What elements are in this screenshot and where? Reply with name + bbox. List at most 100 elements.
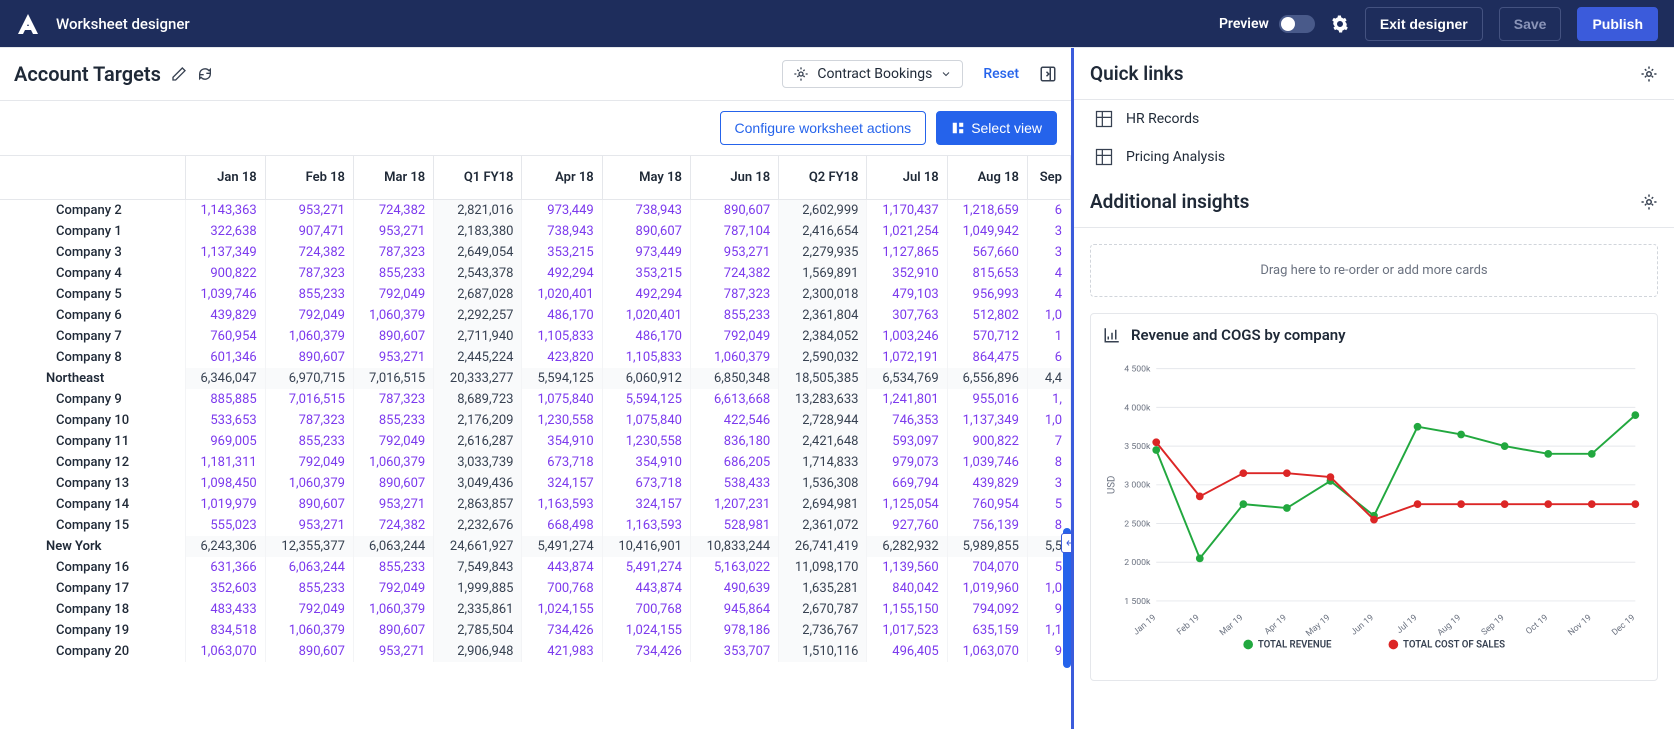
cell[interactable]: 1,714,833 [779, 452, 867, 473]
cell[interactable]: 5,594,125 [602, 389, 690, 410]
cell[interactable]: 890,607 [602, 221, 690, 242]
cell[interactable]: 2,863,857 [434, 494, 522, 515]
cell[interactable]: 4 [1027, 263, 1070, 284]
context-dropdown[interactable]: Contract Bookings [782, 60, 963, 88]
table-row[interactable]: Company 11969,005855,233792,0492,616,287… [0, 431, 1071, 452]
cell[interactable]: 2,711,940 [434, 326, 522, 347]
cell[interactable]: 352,910 [867, 263, 947, 284]
cell[interactable]: 1,049,942 [947, 221, 1027, 242]
cell[interactable]: 2,292,257 [434, 305, 522, 326]
cell[interactable]: 969,005 [185, 431, 265, 452]
column-header[interactable]: Q1 FY18 [434, 156, 522, 200]
cell[interactable]: 734,426 [602, 641, 690, 662]
cell[interactable]: 324,157 [602, 494, 690, 515]
cell[interactable]: 979,073 [867, 452, 947, 473]
cell[interactable]: 479,103 [867, 284, 947, 305]
cell[interactable]: 953,271 [265, 200, 353, 222]
table-row[interactable]: Company 10533,653787,323855,2332,176,209… [0, 410, 1071, 431]
cell[interactable]: 792,049 [265, 452, 353, 473]
cell[interactable]: 1,017,523 [867, 620, 947, 641]
cell[interactable]: 1,060,379 [265, 620, 353, 641]
cell[interactable]: 927,760 [867, 515, 947, 536]
table-row[interactable]: Company 6439,829792,0491,060,3792,292,25… [0, 305, 1071, 326]
cell[interactable]: 528,981 [690, 515, 778, 536]
cell[interactable]: 6,282,932 [867, 536, 947, 557]
table-row[interactable]: Company 15555,023953,271724,3822,232,676… [0, 515, 1071, 536]
cell[interactable]: 2,335,861 [434, 599, 522, 620]
cell[interactable]: 6,063,244 [353, 536, 433, 557]
cell[interactable]: 2,384,052 [779, 326, 867, 347]
cell[interactable]: 6 [1027, 200, 1070, 222]
cell[interactable]: 1,003,246 [867, 326, 947, 347]
cell[interactable]: 700,768 [522, 578, 602, 599]
cell[interactable]: 538,433 [690, 473, 778, 494]
column-header[interactable]: May 18 [602, 156, 690, 200]
cell[interactable]: 12,355,377 [265, 536, 353, 557]
table-row[interactable]: Northeast6,346,0476,970,7157,016,51520,3… [0, 368, 1071, 389]
cell[interactable]: 593,097 [867, 431, 947, 452]
cell[interactable]: 890,607 [265, 641, 353, 662]
cell[interactable]: 787,323 [353, 242, 433, 263]
column-header[interactable]: Q2 FY18 [779, 156, 867, 200]
cell[interactable]: 890,607 [353, 620, 433, 641]
cell[interactable]: 486,170 [522, 305, 602, 326]
cell[interactable]: 673,718 [522, 452, 602, 473]
table-scroll[interactable]: Jan 18Feb 18Mar 18Q1 FY18Apr 18May 18Jun… [0, 155, 1071, 729]
cell[interactable]: 855,233 [353, 410, 433, 431]
cell[interactable]: 324,157 [522, 473, 602, 494]
cell[interactable]: 11,098,170 [779, 557, 867, 578]
column-header[interactable]: Jul 18 [867, 156, 947, 200]
table-row[interactable]: Company 16631,3666,063,244855,2337,549,8… [0, 557, 1071, 578]
cell[interactable]: 2,183,380 [434, 221, 522, 242]
cell[interactable]: 2,649,054 [434, 242, 522, 263]
cell[interactable]: 5,163,022 [690, 557, 778, 578]
cell[interactable]: 322,638 [185, 221, 265, 242]
cell[interactable]: 978,186 [690, 620, 778, 641]
cell[interactable]: 1,230,558 [522, 410, 602, 431]
cell[interactable]: 20,333,277 [434, 368, 522, 389]
cell[interactable]: 7 [1027, 431, 1070, 452]
cell[interactable]: 307,763 [867, 305, 947, 326]
cell[interactable]: 953,271 [265, 515, 353, 536]
cell[interactable]: 1,241,801 [867, 389, 947, 410]
cell[interactable]: 422,546 [690, 410, 778, 431]
table-row[interactable]: Company 201,063,070890,607953,2712,906,9… [0, 641, 1071, 662]
cell[interactable]: 2,279,935 [779, 242, 867, 263]
table-row[interactable]: Company 51,039,746855,233792,0492,687,02… [0, 284, 1071, 305]
cell[interactable]: 700,768 [602, 599, 690, 620]
cell[interactable]: 686,205 [690, 452, 778, 473]
cell[interactable]: 792,049 [690, 326, 778, 347]
cell[interactable]: 4,4 [1027, 368, 1070, 389]
cell[interactable]: 724,382 [265, 242, 353, 263]
cell[interactable]: 423,820 [522, 347, 602, 368]
cell[interactable]: 1,021,254 [867, 221, 947, 242]
cell[interactable]: 669,794 [867, 473, 947, 494]
cell[interactable]: 2,602,999 [779, 200, 867, 222]
table-row[interactable]: Company 21,143,363953,271724,3822,821,01… [0, 200, 1071, 222]
cell[interactable]: 533,653 [185, 410, 265, 431]
cell[interactable]: 512,802 [947, 305, 1027, 326]
cell[interactable]: 1,098,450 [185, 473, 265, 494]
cell[interactable]: 973,449 [522, 200, 602, 222]
cell[interactable]: 787,323 [265, 263, 353, 284]
cell[interactable]: 2,590,032 [779, 347, 867, 368]
cell[interactable]: 1,024,155 [602, 620, 690, 641]
cell[interactable]: 792,049 [353, 284, 433, 305]
cell[interactable]: 855,233 [353, 557, 433, 578]
cell[interactable]: 1,060,379 [265, 473, 353, 494]
cell[interactable]: 1,127,865 [867, 242, 947, 263]
panel-resize-handle[interactable] [1061, 533, 1074, 553]
cell[interactable]: 6,060,912 [602, 368, 690, 389]
cell[interactable]: 1,019,960 [947, 578, 1027, 599]
cell[interactable]: 353,215 [602, 263, 690, 284]
cell[interactable]: 483,433 [185, 599, 265, 620]
cell[interactable]: 855,233 [353, 263, 433, 284]
cell[interactable]: 2,416,654 [779, 221, 867, 242]
cell[interactable]: 7,549,843 [434, 557, 522, 578]
cell[interactable]: 1,230,558 [602, 431, 690, 452]
cell[interactable]: 5,491,274 [522, 536, 602, 557]
cell[interactable]: 792,049 [265, 599, 353, 620]
cell[interactable]: 353,707 [690, 641, 778, 662]
cell[interactable]: 890,607 [265, 494, 353, 515]
cell[interactable]: 1,060,379 [690, 347, 778, 368]
